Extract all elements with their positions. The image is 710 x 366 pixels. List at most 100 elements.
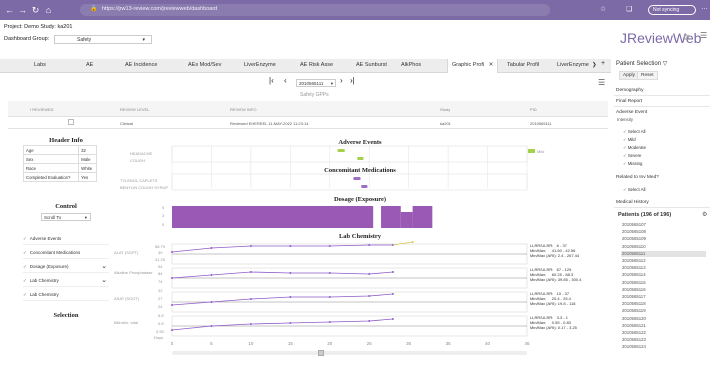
patient-list-item[interactable]: 2010565114: [621, 272, 706, 279]
lab-stats-bilirubin: LLRR/ULRR: 3.3 - 1 Min/Max: 0.55 - 0.83 …: [530, 315, 577, 330]
options-icon[interactable]: ☰: [598, 78, 605, 87]
review-level-value: Clinical: [120, 121, 133, 126]
lab-point: [171, 329, 173, 331]
patient-list-item[interactable]: 2010565120: [621, 316, 706, 323]
lock-icon: 🔒: [90, 6, 98, 12]
patient-list-item[interactable]: 2010565115: [621, 280, 706, 287]
related-option-select-all[interactable]: ✓ Select All: [623, 187, 646, 193]
control-item-concomitant[interactable]: ✓ Concomitant Medications: [23, 246, 109, 259]
back-icon[interactable]: ←: [3, 5, 16, 15]
lab-tick: 32: [158, 288, 163, 293]
col-study: Study: [440, 107, 451, 112]
ae-option-missing[interactable]: ✓ Missing: [623, 161, 642, 167]
review-table-row[interactable]: Clinical Reviewed EHEREEL 11-MAY-2022 11…: [8, 117, 608, 129]
patients-title: Patients (196 of 196): [618, 212, 672, 218]
patient-select[interactable]: 2010565111 ▾: [296, 79, 336, 87]
prev-page-icon[interactable]: ‹: [284, 76, 287, 85]
reload-icon[interactable]: ↻: [29, 5, 42, 16]
filter-medical-history[interactable]: Medical History: [614, 198, 710, 208]
lab-name-alat: ALAT (SGPT): [114, 250, 139, 255]
patient-list-item[interactable]: 2010565111: [621, 250, 706, 258]
lab-point: [289, 322, 292, 324]
check-icon: ✓: [623, 137, 627, 142]
lab-point: [249, 298, 252, 300]
lab-point: [171, 277, 173, 279]
patient-list-item[interactable]: 2010565113: [621, 265, 706, 272]
patient-list-item[interactable]: 2010565123: [621, 337, 706, 344]
patient-list-item[interactable]: 2010565108: [621, 229, 706, 236]
lab-point: [368, 295, 371, 297]
patient-list-item[interactable]: 2010565107: [621, 222, 706, 229]
filter-related-inv-med[interactable]: Related to Inv Med?: [614, 173, 710, 182]
lab-point: [289, 272, 292, 274]
add-tab-icon[interactable]: +: [601, 60, 605, 67]
patient-list-item[interactable]: 2010565124: [621, 344, 706, 351]
chevron-down-icon[interactable]: ⌄: [101, 260, 107, 273]
patient-list-item[interactable]: 2010565109: [621, 236, 706, 243]
dosage-bar: [412, 206, 433, 228]
menu-icon[interactable]: …: [701, 4, 708, 11]
filter-adverse-event[interactable]: Adverse Event: [614, 108, 710, 117]
chevron-down-icon: ▾: [330, 81, 333, 86]
tab-liverenzyme[interactable]: LiverEnzyme: [244, 62, 276, 68]
control-item-lab-chemistry[interactable]: ✓ Lab Chemistry ⌄: [23, 274, 109, 287]
patient-list-item[interactable]: 2010565117: [621, 294, 706, 301]
tab-aes-mod-sev[interactable]: AEs Mod/Sev: [188, 62, 221, 68]
tab-alkphos[interactable]: AlkPhos: [401, 62, 421, 68]
tab-ae-risk[interactable]: AE Risk Asse: [300, 62, 333, 68]
tab-scroll-right-icon[interactable]: ❯: [592, 62, 597, 68]
patient-list-item[interactable]: 2010565112: [621, 258, 706, 265]
settings-icon[interactable]: ⚙: [702, 211, 707, 218]
home-icon[interactable]: ⌂: [42, 5, 55, 15]
lab-point: [328, 296, 331, 298]
tab-ae[interactable]: AE: [86, 62, 93, 68]
tab-tabular-profile[interactable]: Tabular Profil: [507, 62, 539, 68]
tab-liverenzyme-2[interactable]: LiverEnzyme: [557, 62, 589, 68]
patient-list-item[interactable]: 2010565116: [621, 287, 706, 294]
timeline-scrollbar[interactable]: [172, 351, 527, 355]
x-tick-label: 45: [524, 341, 530, 346]
ae-option-mild[interactable]: ✓ Mild: [623, 137, 636, 143]
patient-list-item[interactable]: 2010565110: [621, 244, 706, 251]
chevron-down-icon[interactable]: ⌄: [101, 274, 107, 287]
lab-point: [391, 318, 394, 320]
lab-tick: 24: [158, 304, 163, 309]
close-icon[interactable]: ✕: [489, 62, 494, 68]
filter-demography[interactable]: Demography: [614, 85, 710, 96]
control-item-adverse-events[interactable]: ✓ Adverse Events: [23, 232, 109, 245]
reset-button[interactable]: Reset: [637, 71, 658, 80]
control-item-lab-chemistry-2[interactable]: ✓ Lab Chemistry: [23, 288, 109, 301]
forward-icon[interactable]: →: [16, 5, 29, 15]
ae-option-severe[interactable]: ✓ Severe: [623, 153, 641, 159]
x-tick-label: 5: [210, 341, 213, 346]
first-page-icon[interactable]: |‹: [269, 76, 274, 85]
ae-option-select-all[interactable]: ✓ Select All: [623, 129, 646, 135]
lab-tick: 27: [158, 296, 163, 301]
timeline-scroll-thumb[interactable]: [318, 350, 324, 356]
patient-list-item[interactable]: 2010565118: [621, 301, 706, 308]
settings-icon[interactable]: ⚙: [683, 33, 690, 42]
patient-list-item[interactable]: 2010565121: [621, 323, 706, 330]
favorites-icon[interactable]: ☆: [600, 5, 606, 13]
tab-labs[interactable]: Labs: [34, 62, 46, 68]
dashboard-group-select[interactable]: Safety ▾: [54, 35, 152, 44]
collections-icon[interactable]: ❏: [626, 5, 632, 13]
filter-final-report[interactable]: Final Report: [614, 96, 710, 107]
next-page-icon[interactable]: ›: [340, 76, 343, 85]
ae-option-moderate[interactable]: ✓ Moderate: [623, 145, 646, 151]
tab-ae-sunburst[interactable]: AE Sunburst: [356, 62, 387, 68]
patient-list-item[interactable]: 2010565119: [621, 308, 706, 315]
last-page-icon[interactable]: ›|: [350, 76, 355, 85]
apply-button[interactable]: Apply: [619, 71, 639, 80]
check-icon: ✓: [623, 145, 627, 150]
hamburger-icon[interactable]: ☰: [700, 31, 707, 40]
scroll-to-select[interactable]: Scroll To ▾: [41, 213, 91, 221]
ae-bar-headache: [337, 149, 345, 152]
control-item-dosage[interactable]: ✓ Dosage (Exposure) ⌄: [23, 260, 109, 273]
tab-graphic-profile[interactable]: Graphic Profi ✕: [447, 59, 499, 73]
dosage-tick: 0: [162, 222, 165, 227]
reviewed-checkbox[interactable]: [68, 119, 74, 125]
profile-button[interactable]: Not syncing: [648, 5, 696, 15]
patient-list-item[interactable]: 2010565122: [621, 330, 706, 337]
tab-ae-incidence[interactable]: AE Incidence: [125, 62, 157, 68]
